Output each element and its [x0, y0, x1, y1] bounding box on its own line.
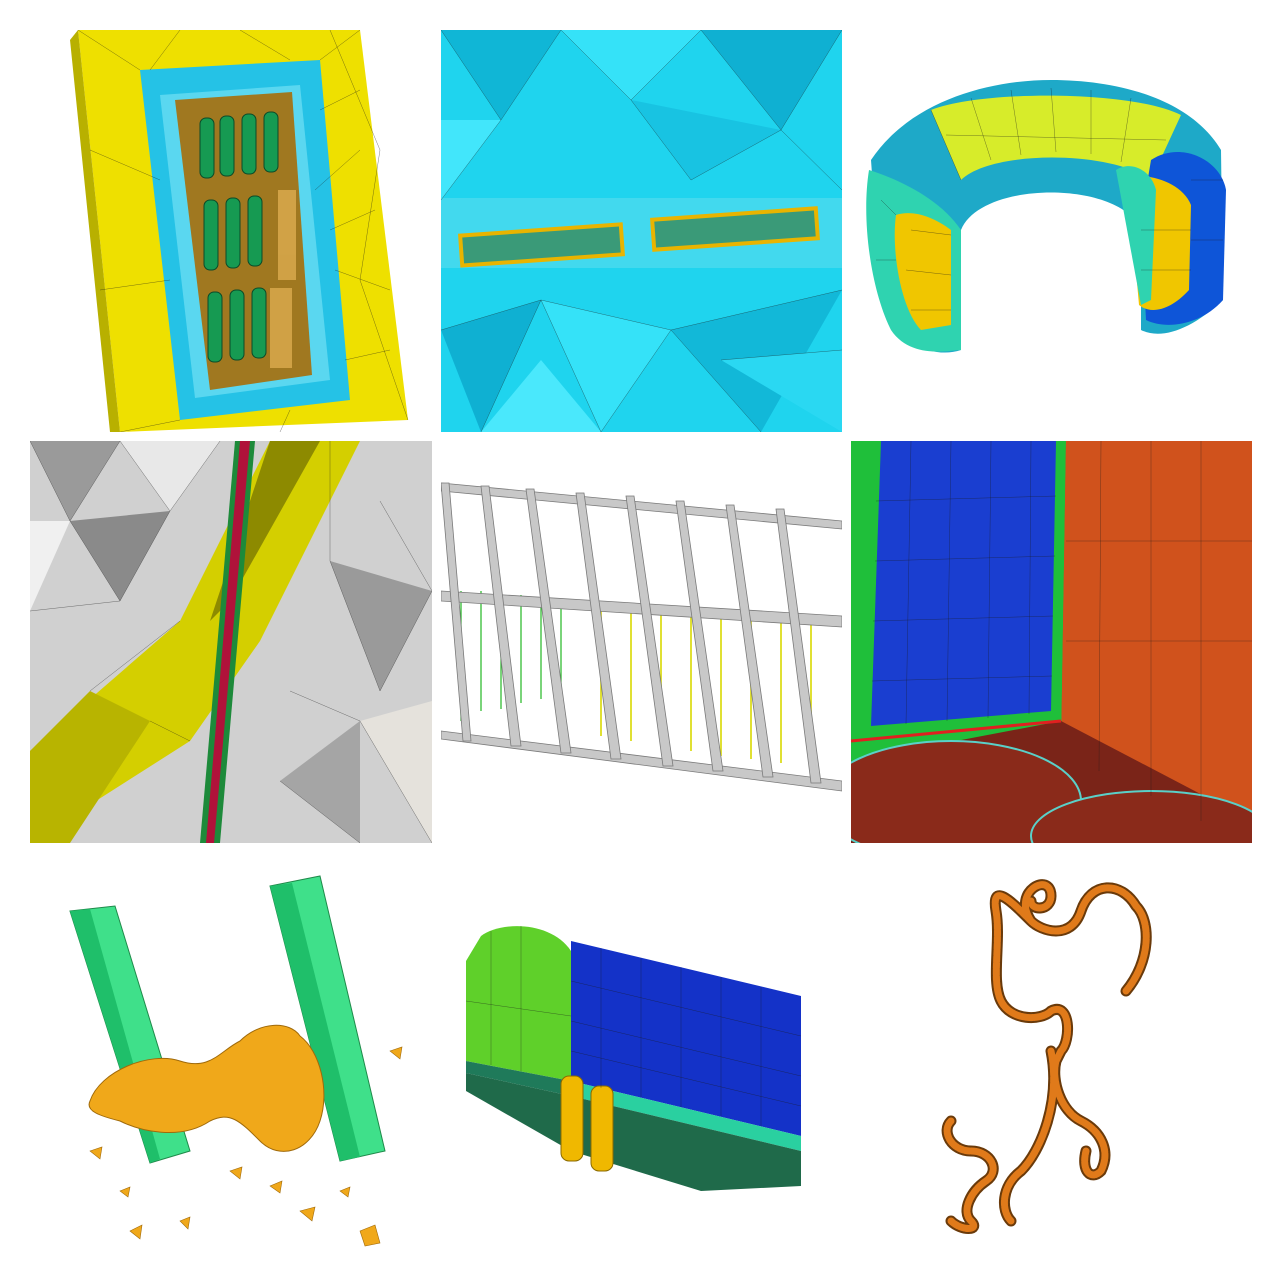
mesh-image-6	[851, 441, 1252, 843]
mesh-image-8	[441, 851, 842, 1253]
mesh-image-2	[441, 30, 842, 432]
tile-box-with-pipes	[441, 851, 842, 1253]
tile-grey-fracture-mesh	[30, 441, 432, 843]
mesh-image-9	[851, 851, 1252, 1253]
tile-torus-mesh	[851, 30, 1252, 432]
mesh-image-1	[70, 30, 409, 432]
tile-lattice-frame	[441, 441, 842, 843]
mesh-image-7	[30, 851, 432, 1253]
mesh-image-5	[441, 441, 842, 843]
tile-cyan-tet-mesh	[441, 30, 842, 432]
tile-yellow-block-mesh	[30, 30, 432, 432]
tile-columns-and-blob	[30, 851, 432, 1253]
mesh-image-4	[30, 441, 432, 843]
tile-blue-orange-block	[851, 441, 1252, 843]
tile-orange-tube-curve	[851, 851, 1252, 1253]
mesh-image-3	[866, 80, 1226, 353]
